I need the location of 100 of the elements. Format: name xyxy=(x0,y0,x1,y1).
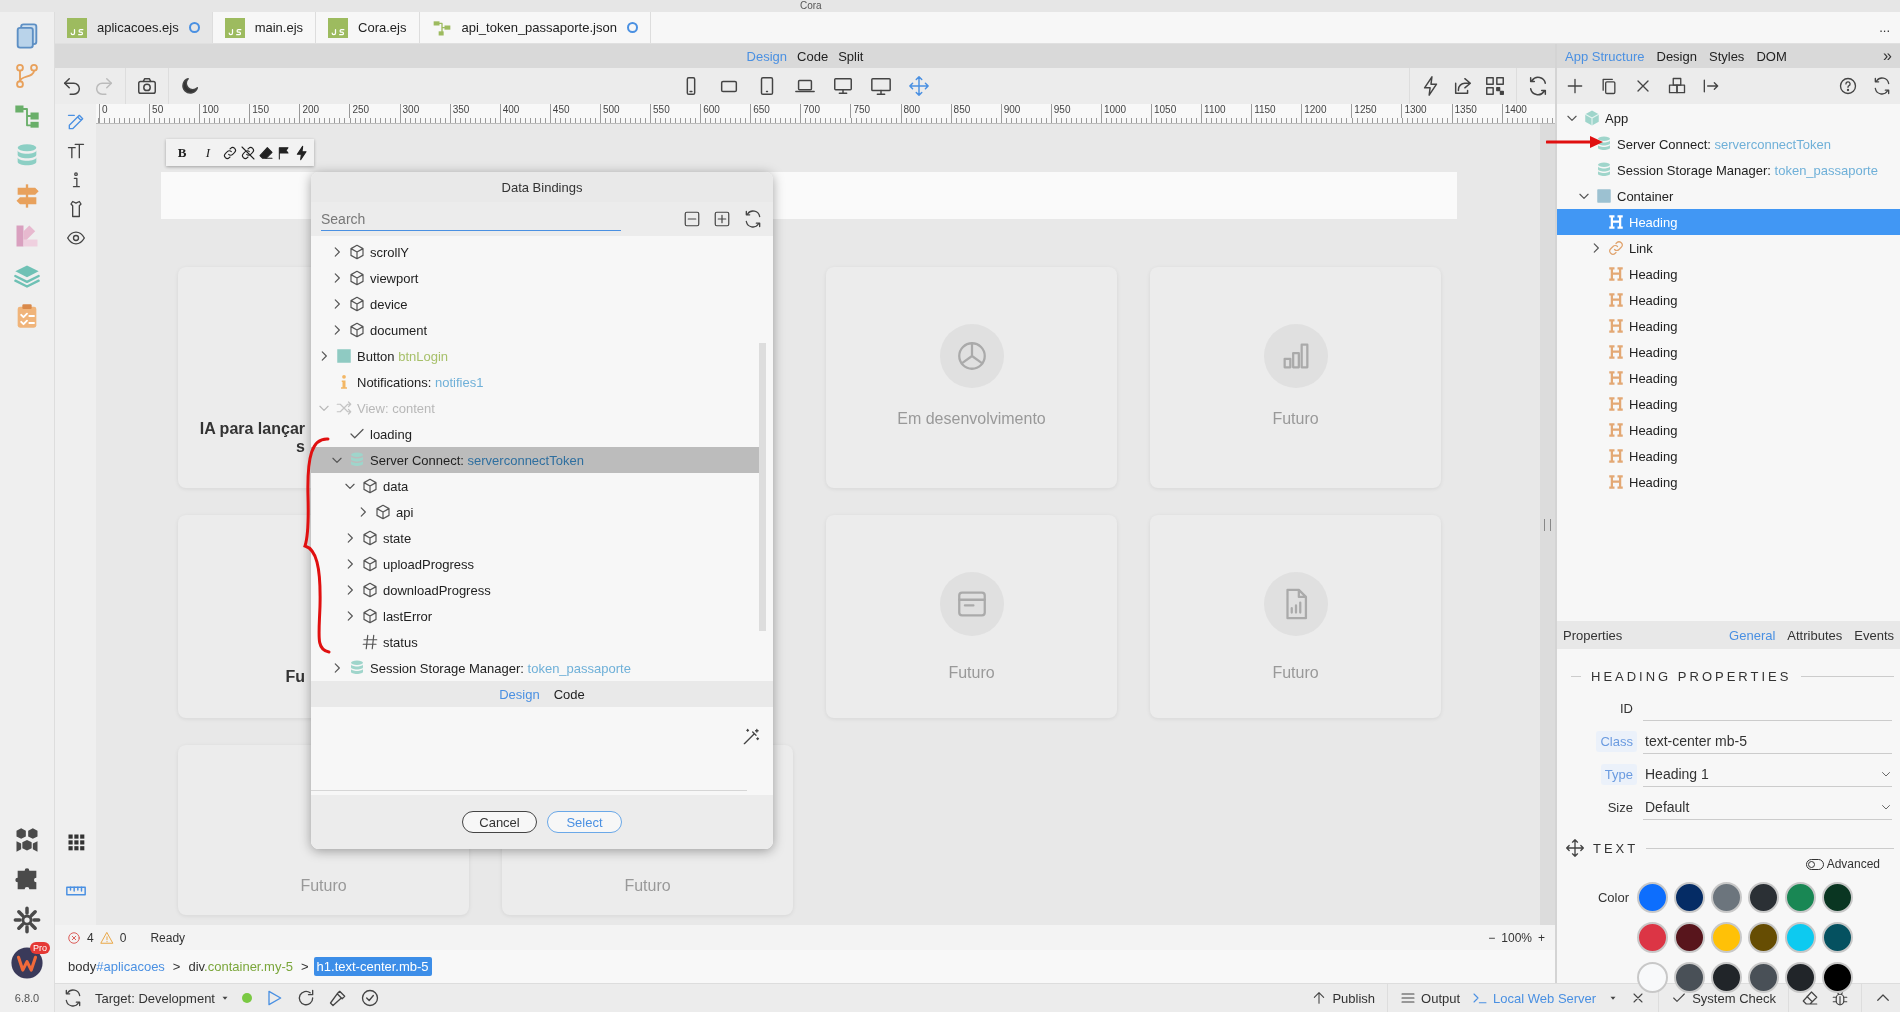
qr-code-icon[interactable] xyxy=(1484,75,1506,97)
breadcrumb-item[interactable]: body#aplicacoes xyxy=(65,957,168,976)
publish-button[interactable]: Publish xyxy=(1311,990,1376,1006)
unlink-icon[interactable] xyxy=(240,144,256,161)
tree-item[interactable]: Heading xyxy=(1557,417,1900,443)
tree-item[interactable]: Link xyxy=(1557,235,1900,261)
moon-icon[interactable] xyxy=(179,75,201,97)
color-swatch[interactable] xyxy=(1637,922,1668,953)
tree-item[interactable]: downloadProgress xyxy=(311,577,759,603)
italic-button[interactable]: I xyxy=(196,141,220,164)
move-arrows-icon[interactable] xyxy=(908,75,930,97)
add-icon[interactable] xyxy=(1565,76,1585,96)
undo-icon[interactable] xyxy=(61,75,83,97)
tree-item[interactable]: Server Connect: serverconnectToken xyxy=(1557,131,1900,157)
flag-icon[interactable] xyxy=(276,144,292,161)
color-swatch[interactable] xyxy=(1711,882,1742,913)
dropdown[interactable]: Default xyxy=(1643,795,1892,820)
tree-item[interactable]: document xyxy=(311,317,759,343)
magic-wand-icon[interactable] xyxy=(741,727,761,747)
tree-item[interactable]: Heading xyxy=(1557,287,1900,313)
expand-panel-button[interactable]: » xyxy=(1883,47,1892,65)
target-dropdown[interactable]: Target: Development xyxy=(95,990,230,1006)
lightning-icon[interactable] xyxy=(294,144,310,161)
file-tab[interactable]: api_token_passaporte.json xyxy=(419,12,651,43)
eraser-icon[interactable] xyxy=(258,144,274,161)
text-size-icon[interactable] xyxy=(65,141,86,161)
file-tab[interactable]: aplicacoes.ejs xyxy=(55,12,213,43)
tree-item[interactable]: uploadProgress xyxy=(311,551,759,577)
color-swatch[interactable] xyxy=(1711,962,1742,993)
panel-tab[interactable]: Styles xyxy=(1708,48,1745,64)
refresh-icon[interactable] xyxy=(1872,76,1892,96)
refresh-icon[interactable] xyxy=(63,988,83,1008)
tree-item[interactable]: Heading xyxy=(1557,443,1900,469)
file-tab[interactable]: main.ejs xyxy=(212,12,317,43)
tree-item[interactable]: Heading xyxy=(1557,469,1900,495)
color-swatch[interactable] xyxy=(1785,922,1816,953)
expand-all-icon[interactable] xyxy=(713,210,731,228)
tree-item[interactable]: Heading xyxy=(1557,365,1900,391)
properties-tab[interactable]: Events xyxy=(1854,627,1894,643)
tree-item[interactable]: Heading xyxy=(1557,391,1900,417)
view-mode-tab[interactable]: Code xyxy=(797,48,829,64)
collapse-all-icon[interactable] xyxy=(683,210,701,228)
gear-icon[interactable] xyxy=(13,906,41,934)
splitter-handle[interactable] xyxy=(1544,518,1551,531)
hammer-icon[interactable] xyxy=(328,988,348,1008)
color-swatch[interactable] xyxy=(1785,962,1816,993)
color-swatch[interactable] xyxy=(1785,882,1816,913)
tree-item[interactable]: lastError xyxy=(311,603,759,629)
tree-item[interactable]: loading xyxy=(311,421,759,447)
system-check-button[interactable]: System Check xyxy=(1671,990,1776,1006)
tree-item[interactable]: scrollY xyxy=(311,239,759,265)
zoom-in-button[interactable]: + xyxy=(1538,930,1545,945)
color-swatch[interactable] xyxy=(1711,922,1742,953)
color-swatch[interactable] xyxy=(1748,962,1779,993)
tree-item[interactable]: Heading xyxy=(1557,313,1900,339)
components-icon[interactable] xyxy=(1667,76,1687,96)
color-swatch[interactable] xyxy=(1748,922,1779,953)
color-swatch[interactable] xyxy=(1637,882,1668,913)
camera-icon[interactable] xyxy=(136,75,158,97)
color-swatch[interactable] xyxy=(1674,962,1705,993)
editor-tab[interactable]: Code xyxy=(553,686,585,702)
tree-item[interactable]: Heading xyxy=(1557,339,1900,365)
output-button[interactable]: Output xyxy=(1400,990,1461,1006)
color-swatch[interactable] xyxy=(1822,962,1853,993)
color-swatch[interactable] xyxy=(1748,882,1779,913)
view-mode-tab[interactable]: Split xyxy=(838,48,864,64)
dropdown[interactable]: Heading 1 xyxy=(1643,762,1892,787)
tree-item[interactable]: Session Storage Manager: token_passaporte xyxy=(311,655,759,681)
color-swatch[interactable] xyxy=(1674,922,1705,953)
tree-item[interactable]: Heading xyxy=(1557,261,1900,287)
tree-item[interactable]: data xyxy=(311,473,759,499)
scrollbar[interactable] xyxy=(759,343,766,631)
tree-item[interactable]: Server Connect: serverconnectToken xyxy=(311,447,759,473)
tree-item[interactable]: Notifications: notifies1 xyxy=(311,369,759,395)
share-icon[interactable] xyxy=(1452,75,1474,97)
color-swatch[interactable] xyxy=(1822,882,1853,913)
eraser-icon[interactable] xyxy=(1801,989,1819,1007)
color-swatch[interactable] xyxy=(1674,882,1705,913)
zoom-out-button[interactable]: − xyxy=(1488,930,1496,945)
help-icon[interactable] xyxy=(1838,76,1858,96)
tree-item[interactable]: viewport xyxy=(311,265,759,291)
check-circle-icon[interactable] xyxy=(360,988,380,1008)
breadcrumb-item[interactable]: div.container.my-5 xyxy=(185,957,296,976)
panel-tab[interactable]: Design xyxy=(1656,48,1697,64)
tree-item[interactable]: App xyxy=(1557,105,1900,131)
cancel-button[interactable]: Cancel xyxy=(462,811,537,833)
search-field[interactable]: Search xyxy=(321,207,621,231)
tree-item[interactable]: Container xyxy=(1557,183,1900,209)
desktop-icon[interactable] xyxy=(832,75,854,97)
color-swatch[interactable] xyxy=(1822,922,1853,953)
link-icon[interactable] xyxy=(222,144,238,161)
tree-item[interactable]: Session Storage Manager: token_passaporte xyxy=(1557,157,1900,183)
reload-icon[interactable] xyxy=(296,988,316,1008)
panel-tab[interactable]: DOM xyxy=(1756,48,1787,64)
tree-item[interactable]: status xyxy=(311,629,759,655)
bold-button[interactable]: B xyxy=(170,141,194,164)
monitor-icon[interactable] xyxy=(870,75,892,97)
tree-item[interactable]: Button btnLogin xyxy=(311,343,759,369)
properties-tab[interactable]: Attributes xyxy=(1787,627,1843,643)
more-menu[interactable]: ... xyxy=(1869,12,1900,43)
